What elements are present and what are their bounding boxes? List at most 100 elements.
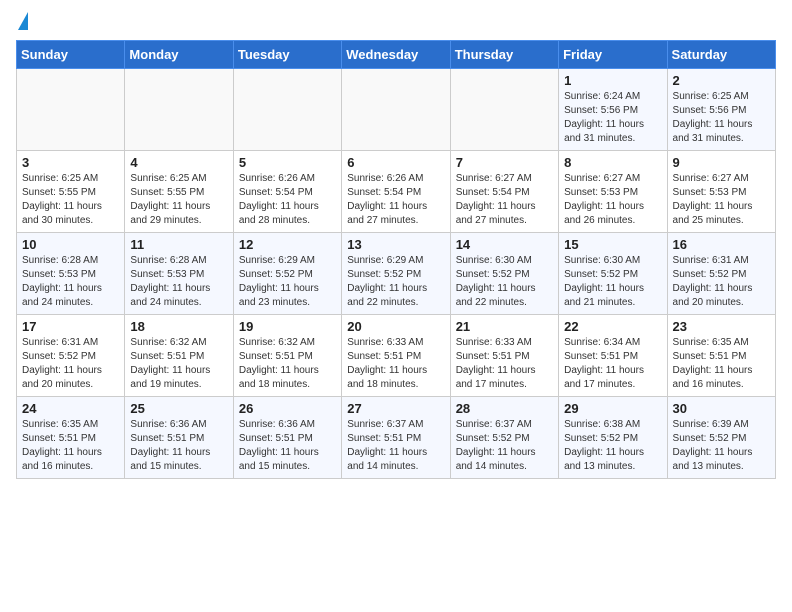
day-info: Sunrise: 6:33 AM Sunset: 5:51 PM Dayligh…	[347, 336, 444, 392]
day-info: Sunrise: 6:25 AM Sunset: 5:55 PM Dayligh…	[130, 172, 227, 228]
day-number: 26	[239, 401, 336, 416]
day-info: Sunrise: 6:37 AM Sunset: 5:52 PM Dayligh…	[456, 418, 553, 474]
calendar-cell: 26Sunrise: 6:36 AM Sunset: 5:51 PM Dayli…	[233, 397, 341, 479]
calendar-cell: 27Sunrise: 6:37 AM Sunset: 5:51 PM Dayli…	[342, 397, 450, 479]
day-number: 23	[673, 319, 770, 334]
calendar-cell: 17 Sunrise: 6:31 AM Sunset: 5:52 PM Dayli…	[17, 315, 125, 397]
calendar-cell: 6Sunrise: 6:26 AM Sunset: 5:54 PM Daylig…	[342, 151, 450, 233]
day-number: 1	[564, 73, 661, 88]
calendar-cell: 19Sunrise: 6:32 AM Sunset: 5:51 PM Dayli…	[233, 315, 341, 397]
day-number: 8	[564, 155, 661, 170]
calendar-cell: 13 Sunrise: 6:29 AM Sunset: 5:52 PM Dayli…	[342, 233, 450, 315]
calendar-cell: 10 Sunrise: 6:28 AM Sunset: 5:53 PM Dayli…	[17, 233, 125, 315]
day-info: Sunrise: 6:24 AM Sunset: 5:56 PM Dayligh…	[564, 90, 661, 146]
header	[16, 16, 776, 30]
day-number: 29	[564, 401, 661, 416]
calendar-cell: 1 Sunrise: 6:24 AM Sunset: 5:56 PM Daylig…	[559, 69, 667, 151]
day-info: Sunrise: 6:29 AM Sunset: 5:52 PM Dayligh…	[347, 254, 444, 310]
day-info: Sunrise: 6:36 AM Sunset: 5:51 PM Dayligh…	[130, 418, 227, 474]
day-info: Sunrise: 6:38 AM Sunset: 5:52 PM Dayligh…	[564, 418, 661, 474]
calendar-cell	[17, 69, 125, 151]
day-number: 19	[239, 319, 336, 334]
day-info: Sunrise: 6:25 AM Sunset: 5:56 PM Dayligh…	[673, 90, 770, 146]
day-number: 22	[564, 319, 661, 334]
day-number: 20	[347, 319, 444, 334]
day-of-week-header: Friday	[559, 41, 667, 69]
day-number: 6	[347, 155, 444, 170]
day-of-week-header: Sunday	[17, 41, 125, 69]
calendar-cell: 2 Sunrise: 6:25 AM Sunset: 5:56 PM Daylig…	[667, 69, 775, 151]
calendar-week-row: 24 Sunrise: 6:35 AM Sunset: 5:51 PM Dayli…	[17, 397, 776, 479]
calendar-cell: 11 Sunrise: 6:28 AM Sunset: 5:53 PM Dayli…	[125, 233, 233, 315]
day-number: 28	[456, 401, 553, 416]
day-number: 24	[22, 401, 119, 416]
calendar-cell: 18 Sunrise: 6:32 AM Sunset: 5:51 PM Dayli…	[125, 315, 233, 397]
calendar-cell: 23 Sunrise: 6:35 AM Sunset: 5:51 PM Dayli…	[667, 315, 775, 397]
day-number: 21	[456, 319, 553, 334]
day-info: Sunrise: 6:25 AM Sunset: 5:55 PM Dayligh…	[22, 172, 119, 228]
calendar-cell: 16 Sunrise: 6:31 AM Sunset: 5:52 PM Dayli…	[667, 233, 775, 315]
day-number: 25	[130, 401, 227, 416]
day-info: Sunrise: 6:30 AM Sunset: 5:52 PM Dayligh…	[456, 254, 553, 310]
calendar-cell	[125, 69, 233, 151]
calendar-cell: 8 Sunrise: 6:27 AM Sunset: 5:53 PM Daylig…	[559, 151, 667, 233]
calendar-cell: 7Sunrise: 6:27 AM Sunset: 5:54 PM Daylig…	[450, 151, 558, 233]
day-info: Sunrise: 6:35 AM Sunset: 5:51 PM Dayligh…	[673, 336, 770, 392]
day-number: 2	[673, 73, 770, 88]
day-number: 5	[239, 155, 336, 170]
day-info: Sunrise: 6:26 AM Sunset: 5:54 PM Dayligh…	[239, 172, 336, 228]
calendar-cell: 21Sunrise: 6:33 AM Sunset: 5:51 PM Dayli…	[450, 315, 558, 397]
calendar-cell: 14 Sunrise: 6:30 AM Sunset: 5:52 PM Dayli…	[450, 233, 558, 315]
calendar-cell	[450, 69, 558, 151]
calendar-cell	[233, 69, 341, 151]
calendar-cell: 30 Sunrise: 6:39 AM Sunset: 5:52 PM Dayli…	[667, 397, 775, 479]
day-info: Sunrise: 6:27 AM Sunset: 5:53 PM Dayligh…	[673, 172, 770, 228]
calendar-cell: 29 Sunrise: 6:38 AM Sunset: 5:52 PM Dayli…	[559, 397, 667, 479]
day-info: Sunrise: 6:27 AM Sunset: 5:54 PM Dayligh…	[456, 172, 553, 228]
day-info: Sunrise: 6:32 AM Sunset: 5:51 PM Dayligh…	[130, 336, 227, 392]
day-info: Sunrise: 6:34 AM Sunset: 5:51 PM Dayligh…	[564, 336, 661, 392]
day-of-week-header: Tuesday	[233, 41, 341, 69]
day-number: 27	[347, 401, 444, 416]
calendar-cell: 25 Sunrise: 6:36 AM Sunset: 5:51 PM Dayli…	[125, 397, 233, 479]
day-info: Sunrise: 6:27 AM Sunset: 5:53 PM Dayligh…	[564, 172, 661, 228]
logo	[16, 16, 28, 30]
calendar-cell: 4 Sunrise: 6:25 AM Sunset: 5:55 PM Daylig…	[125, 151, 233, 233]
day-number: 3	[22, 155, 119, 170]
day-info: Sunrise: 6:35 AM Sunset: 5:51 PM Dayligh…	[22, 418, 119, 474]
day-number: 13	[347, 237, 444, 252]
day-info: Sunrise: 6:28 AM Sunset: 5:53 PM Dayligh…	[22, 254, 119, 310]
calendar-header-row: SundayMondayTuesdayWednesdayThursdayFrid…	[17, 41, 776, 69]
calendar-week-row: 10 Sunrise: 6:28 AM Sunset: 5:53 PM Dayli…	[17, 233, 776, 315]
day-info: Sunrise: 6:28 AM Sunset: 5:53 PM Dayligh…	[130, 254, 227, 310]
calendar-cell: 12Sunrise: 6:29 AM Sunset: 5:52 PM Dayli…	[233, 233, 341, 315]
calendar-cell: 28 Sunrise: 6:37 AM Sunset: 5:52 PM Dayli…	[450, 397, 558, 479]
calendar-cell: 9 Sunrise: 6:27 AM Sunset: 5:53 PM Daylig…	[667, 151, 775, 233]
day-info: Sunrise: 6:31 AM Sunset: 5:52 PM Dayligh…	[673, 254, 770, 310]
calendar-table: SundayMondayTuesdayWednesdayThursdayFrid…	[16, 40, 776, 479]
day-number: 9	[673, 155, 770, 170]
calendar-week-row: 17 Sunrise: 6:31 AM Sunset: 5:52 PM Dayli…	[17, 315, 776, 397]
calendar-week-row: 1 Sunrise: 6:24 AM Sunset: 5:56 PM Daylig…	[17, 69, 776, 151]
day-info: Sunrise: 6:39 AM Sunset: 5:52 PM Dayligh…	[673, 418, 770, 474]
page: SundayMondayTuesdayWednesdayThursdayFrid…	[0, 0, 792, 495]
calendar-cell: 24 Sunrise: 6:35 AM Sunset: 5:51 PM Dayli…	[17, 397, 125, 479]
day-number: 11	[130, 237, 227, 252]
calendar-cell: 22 Sunrise: 6:34 AM Sunset: 5:51 PM Dayli…	[559, 315, 667, 397]
day-number: 4	[130, 155, 227, 170]
day-number: 17	[22, 319, 119, 334]
day-info: Sunrise: 6:31 AM Sunset: 5:52 PM Dayligh…	[22, 336, 119, 392]
day-of-week-header: Wednesday	[342, 41, 450, 69]
calendar-cell: 5 Sunrise: 6:26 AM Sunset: 5:54 PM Daylig…	[233, 151, 341, 233]
calendar-week-row: 3 Sunrise: 6:25 AM Sunset: 5:55 PM Daylig…	[17, 151, 776, 233]
day-of-week-header: Monday	[125, 41, 233, 69]
day-number: 15	[564, 237, 661, 252]
day-number: 16	[673, 237, 770, 252]
day-info: Sunrise: 6:29 AM Sunset: 5:52 PM Dayligh…	[239, 254, 336, 310]
day-number: 30	[673, 401, 770, 416]
day-number: 14	[456, 237, 553, 252]
day-number: 18	[130, 319, 227, 334]
day-number: 10	[22, 237, 119, 252]
calendar-cell: 15Sunrise: 6:30 AM Sunset: 5:52 PM Dayli…	[559, 233, 667, 315]
calendar-cell	[342, 69, 450, 151]
